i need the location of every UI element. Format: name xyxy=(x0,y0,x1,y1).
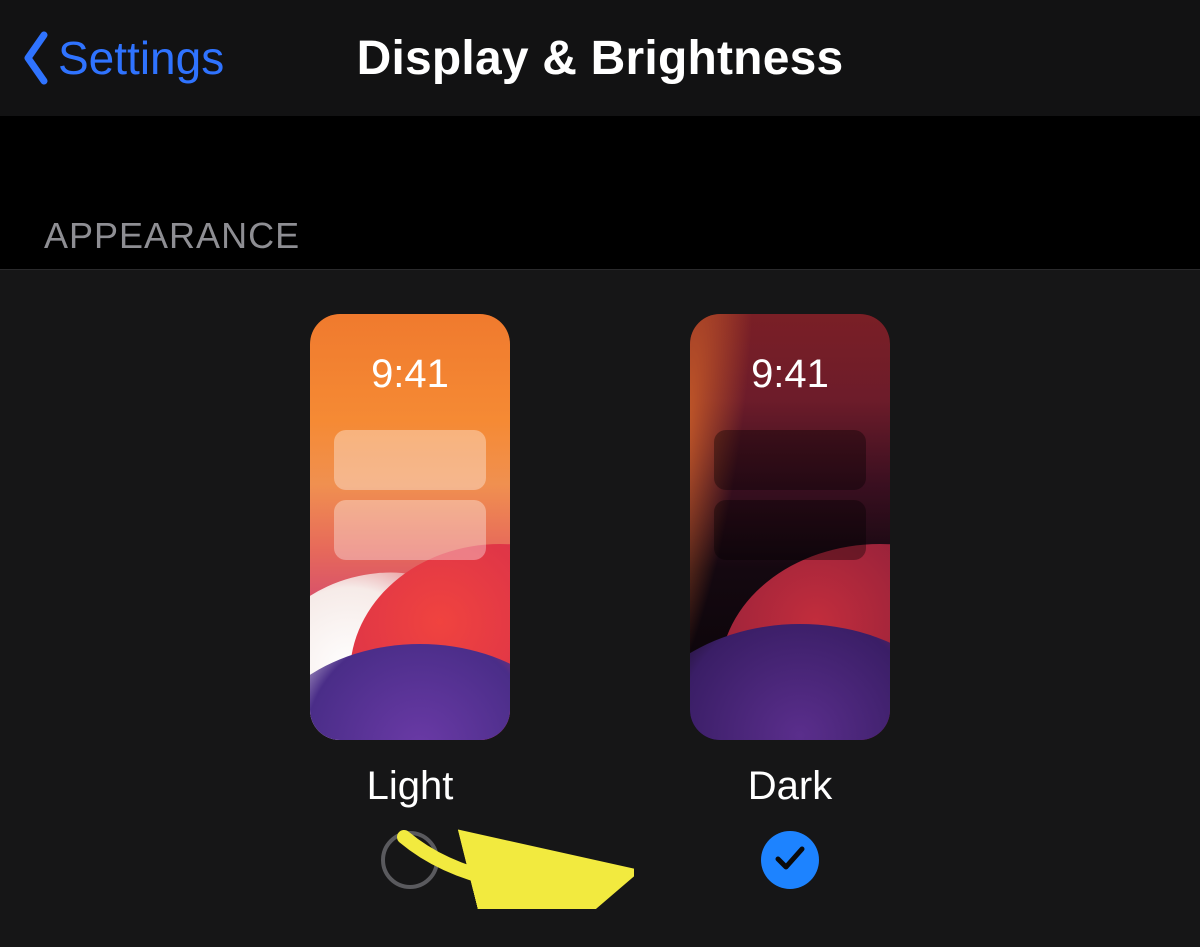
navbar: Settings Display & Brightness xyxy=(0,0,1200,116)
preview-notification xyxy=(714,500,866,560)
nav-spacer xyxy=(0,116,1200,206)
appearance-radio-light[interactable] xyxy=(381,831,439,889)
appearance-preview-dark: 9:41 xyxy=(690,314,890,740)
appearance-preview-light: 9:41 xyxy=(310,314,510,740)
section-header-label: APPEARANCE xyxy=(44,215,300,257)
preview-notification xyxy=(334,430,486,490)
chevron-left-icon xyxy=(20,31,52,85)
preview-notification xyxy=(334,500,486,560)
appearance-option-label: Dark xyxy=(748,764,832,809)
back-button[interactable]: Settings xyxy=(20,31,224,85)
appearance-option-label: Light xyxy=(367,764,454,809)
checkmark-icon xyxy=(773,841,807,880)
preview-time: 9:41 xyxy=(690,352,890,397)
appearance-option-light[interactable]: 9:41 Light xyxy=(310,314,510,947)
preview-time: 9:41 xyxy=(310,352,510,397)
appearance-panel: 9:41 Light 9:41 Dark xyxy=(0,270,1200,947)
back-label: Settings xyxy=(58,31,224,85)
section-header-appearance: APPEARANCE xyxy=(0,206,1200,270)
preview-notification xyxy=(714,430,866,490)
page-title: Display & Brightness xyxy=(357,31,844,86)
appearance-option-dark[interactable]: 9:41 Dark xyxy=(690,314,890,947)
appearance-radio-dark[interactable] xyxy=(761,831,819,889)
